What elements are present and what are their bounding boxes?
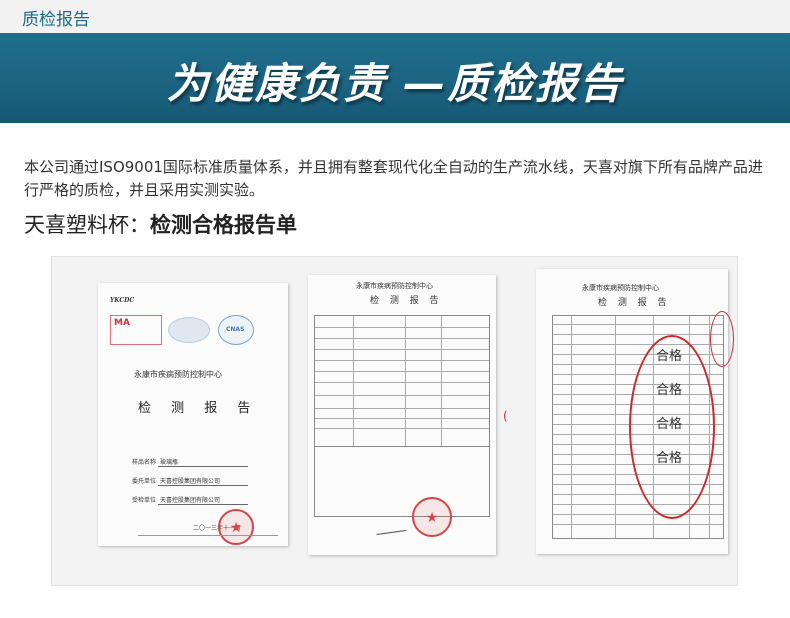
banner-title: 为健康负责 —质检报告 (166, 59, 624, 108)
table-rule (315, 360, 489, 361)
table-rule (315, 395, 489, 396)
issuing-organization: 永康市疾病预防控制中心 (134, 370, 222, 379)
table-rule (315, 349, 489, 350)
page-edge-mark: ( (503, 409, 508, 423)
issuing-organization: 永康市疾病预防控制中心 (356, 282, 433, 290)
section-label: 质检报告 (22, 10, 90, 30)
table-rule (315, 371, 489, 372)
section-header: 质检报告 (0, 0, 790, 33)
report-cover-document: YKCDC MA CNAS 永康市疾病预防控制中心 检 测 报 告 样品名称 玻… (98, 283, 288, 546)
table-rule (315, 428, 489, 429)
field-key: 委托单位 (132, 478, 157, 485)
title-banner: 为健康负责 —质检报告 (0, 33, 790, 123)
cnas-logo: CNAS (218, 315, 254, 345)
report-detail-document: 永康市疾病预防控制中心 检 测 报 告 ★ (308, 275, 496, 555)
field-value: 天喜控股集团有限公司 (160, 497, 221, 504)
pass-label: 合格 (656, 349, 683, 364)
result-highlight-oval (710, 311, 734, 367)
table-rule (571, 316, 572, 538)
table-rule (553, 504, 723, 505)
field-value: 玻璃瓶 (160, 459, 179, 466)
signature-mark (375, 522, 407, 536)
table-rule (315, 418, 489, 419)
table-rule (315, 408, 489, 409)
table-rule (615, 316, 616, 538)
table-rule (553, 344, 723, 345)
table-rule (315, 382, 489, 383)
subtitle-strong: 检测合格报告单 (150, 213, 297, 237)
cert-logos: MA CNAS (106, 309, 276, 349)
table-rule (553, 514, 723, 515)
cnas-mark: CNAS (226, 326, 245, 333)
field-underline (158, 466, 248, 467)
ma-logo: MA (110, 315, 162, 345)
field-key: 样品名称 (132, 459, 157, 466)
table-rule (553, 334, 723, 335)
report-heading: 检 测 报 告 (370, 296, 443, 306)
ma-mark: MA (114, 318, 130, 328)
brand-mark: YKCDC (110, 297, 135, 304)
stamp-star-icon: ★ (425, 510, 439, 526)
table-rule (353, 316, 354, 446)
report-results-document: 永康市疾病预防控制中心 检 测 报 告 合格 合格 合格 合格 (536, 269, 734, 554)
pass-label: 合格 (656, 383, 683, 398)
table-rule (553, 324, 723, 325)
report-subtitle: 天喜塑料杯：检测合格报告单 (24, 209, 297, 239)
official-stamp: ★ (218, 509, 254, 545)
field-underline (158, 504, 248, 505)
cma-logo (168, 317, 210, 343)
report-heading: 检 测 报 告 (598, 298, 671, 308)
table-rule (315, 338, 489, 339)
stamp-star-icon: ★ (229, 520, 243, 536)
conclusion-box (314, 447, 490, 517)
table-rule (315, 327, 489, 328)
table-rule (405, 316, 406, 446)
detail-table (314, 315, 490, 447)
intro-text: 本公司通过ISO9001国际标准质量体系，并且拥有整套现代化全自动的生产流水线，… (24, 158, 763, 199)
field-key: 受检单位 (132, 497, 157, 504)
table-rule (553, 524, 723, 525)
footer-rule (138, 535, 278, 536)
quality-report-page: 质检报告 为健康负责 —质检报告 本公司通过ISO9001国际标准质量体系，并且… (0, 0, 790, 618)
report-heading: 检 测 报 告 (138, 401, 259, 416)
field-underline (158, 485, 248, 486)
issuing-organization: 永康市疾病预防控制中心 (582, 284, 659, 292)
pass-label: 合格 (656, 451, 683, 466)
subtitle-prefix: 天喜塑料杯： (24, 213, 150, 237)
official-stamp: ★ (412, 497, 452, 537)
table-rule (441, 316, 442, 446)
field-value: 天喜控股集团有限公司 (160, 478, 221, 485)
pass-label: 合格 (656, 417, 683, 432)
report-gallery: YKCDC MA CNAS 永康市疾病预防控制中心 检 测 报 告 样品名称 玻… (51, 256, 738, 586)
